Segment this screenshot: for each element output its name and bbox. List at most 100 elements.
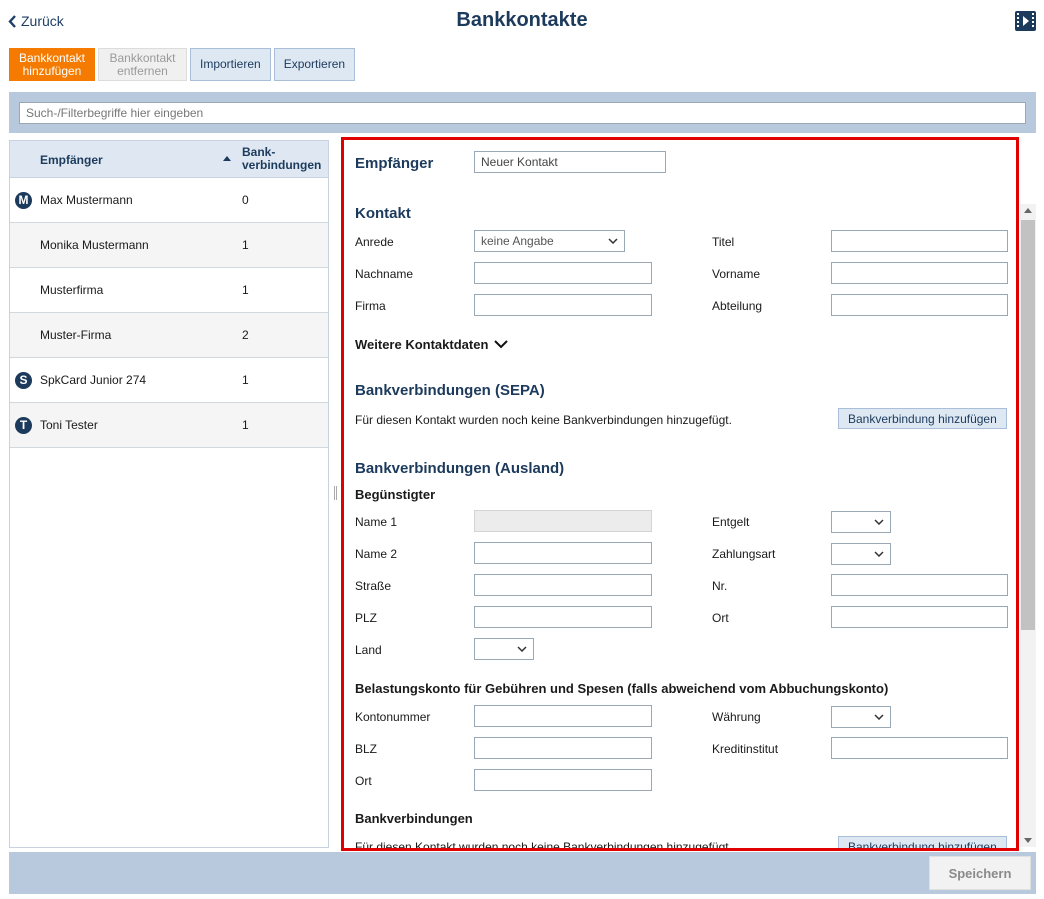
chevron-down-icon [494,340,509,349]
contact-name: Monika Mustermann [40,238,149,252]
initial-badge-icon: M [15,192,32,209]
company-field[interactable] [474,294,652,316]
name2-label: Name 2 [355,547,398,561]
bank-connection-count: 1 [242,283,249,297]
footer-bar: Speichern [9,852,1036,894]
city-field[interactable] [831,606,1008,628]
more-contact-details-label: Weitere Kontaktdaten [355,337,489,352]
currency-select[interactable] [831,706,891,728]
account-number-label: Kontonummer [355,710,431,724]
salutation-label: Anrede [355,235,394,249]
chevron-down-icon [874,714,884,720]
contact-heading: Kontakt [355,205,411,222]
currency-label: Währung [712,710,761,724]
list-item[interactable]: S SpkCard Junior 274 1 [10,358,328,403]
initial-badge-icon: T [15,417,32,434]
fee-label: Entgelt [712,515,750,529]
chevron-down-icon [517,646,527,652]
contact-name: Musterfirma [40,283,104,297]
blz-field[interactable] [474,737,652,759]
salutation-value: keine Angabe [481,234,554,248]
column-header-bank-connections[interactable]: Bank-verbindungen [242,146,321,172]
add-bank-button[interactable]: Bankverbindung hinzufügen [838,836,1007,848]
list-item[interactable]: Musterfirma 1 [10,268,328,313]
panel-splitter-handle[interactable] [334,486,337,500]
lastname-label: Nachname [355,267,414,281]
video-help-icon[interactable] [1015,11,1036,31]
salutation-select[interactable]: keine Angabe [474,230,625,252]
sepa-empty-message: Für diesen Kontakt wurden noch keine Ban… [355,413,732,427]
bank-empty-message: Für diesen Kontakt wurden noch keine Ban… [355,840,732,851]
house-number-label: Nr. [712,579,728,593]
export-button[interactable]: Exportieren [273,48,356,81]
bank-institute-field[interactable] [831,737,1008,759]
title-field[interactable] [831,230,1008,252]
scroll-up-icon[interactable] [1024,208,1032,213]
page-title: Bankkontakte [456,9,588,31]
sepa-heading: Bankverbindungen (SEPA) [355,382,545,399]
payment-type-label: Zahlungsart [712,547,776,561]
recipient-name-field[interactable] [474,151,666,173]
scrollbar-thumb[interactable] [1021,220,1035,630]
department-field[interactable] [831,294,1008,316]
column-header-recipient[interactable]: Empfänger [40,153,103,167]
zip-field[interactable] [474,606,652,628]
charge-city-field[interactable] [474,769,652,791]
add-contact-label-1: Bankkontakt [18,50,86,65]
street-field[interactable] [474,574,652,596]
column-header-bank-line-2: verbindungen [242,158,322,172]
chevron-down-icon [874,519,884,525]
add-contact-button[interactable]: Bankkontakt hinzufügen [9,48,95,81]
payment-type-select[interactable] [831,543,891,565]
contact-list: Empfänger Bank-verbindungen M Max Muster… [9,140,329,848]
recipient-heading: Empfänger [355,155,434,172]
charge-city-label: Ort [355,774,372,788]
initial-badge-icon: S [15,372,32,389]
bank-connection-count: 2 [242,328,249,342]
beneficiary-heading: Begünstigter [355,487,436,502]
remove-contact-label-2: entfernen [117,63,168,78]
firstname-field[interactable] [831,262,1008,284]
country-label: Land [355,643,382,657]
form-scrollbar[interactable] [1020,204,1036,847]
charge-account-heading: Belastungskonto für Gebühren und Spesen … [355,681,889,696]
remove-contact-button[interactable]: Bankkontakt entfernen [98,48,187,81]
account-number-field[interactable] [474,705,652,727]
house-number-field[interactable] [831,574,1008,596]
add-contact-label-2: hinzufügen [22,63,82,78]
blz-label: BLZ [355,742,378,756]
list-item[interactable]: Monika Mustermann 1 [10,223,328,268]
chevron-down-icon [874,551,884,557]
contact-form-panel: Empfänger Kontakt Anrede keine Angabe Ti… [341,137,1019,851]
scroll-down-icon[interactable] [1024,838,1032,843]
toolbar: Bankkontakt hinzufügen Bankkontakt entfern… [9,48,356,81]
remove-contact-label-1: Bankkontakt [109,50,176,65]
name2-field[interactable] [474,542,652,564]
save-button[interactable]: Speichern [929,856,1031,890]
name1-label: Name 1 [355,515,398,529]
bank-connection-count: 0 [242,193,249,207]
list-item[interactable]: T Toni Tester 1 [10,403,328,448]
name1-field[interactable] [474,510,652,532]
lastname-field[interactable] [474,262,652,284]
sort-ascending-icon[interactable] [223,156,231,161]
foreign-heading: Bankverbindungen (Ausland) [355,460,565,477]
street-label: Straße [355,579,392,593]
country-select[interactable] [474,638,534,660]
list-item[interactable]: M Max Mustermann 0 [10,178,328,223]
zip-label: PLZ [355,611,378,625]
more-contact-details-toggle[interactable]: Weitere Kontaktdaten [355,337,509,352]
column-header-bank-line-1: Bank- [242,145,276,159]
department-label: Abteilung [712,299,763,313]
add-sepa-bank-button[interactable]: Bankverbindung hinzufügen [838,408,1007,429]
fee-select[interactable] [831,511,891,533]
list-header: Empfänger Bank-verbindungen [10,141,328,178]
contact-name: SpkCard Junior 274 [40,373,147,387]
city-label: Ort [712,611,729,625]
contact-name: Toni Tester [40,418,98,432]
list-item[interactable]: Muster-Firma 2 [10,313,328,358]
search-input[interactable] [19,102,1026,124]
company-label: Firma [355,299,386,313]
import-button[interactable]: Importieren [190,48,271,81]
firstname-label: Vorname [712,267,761,281]
